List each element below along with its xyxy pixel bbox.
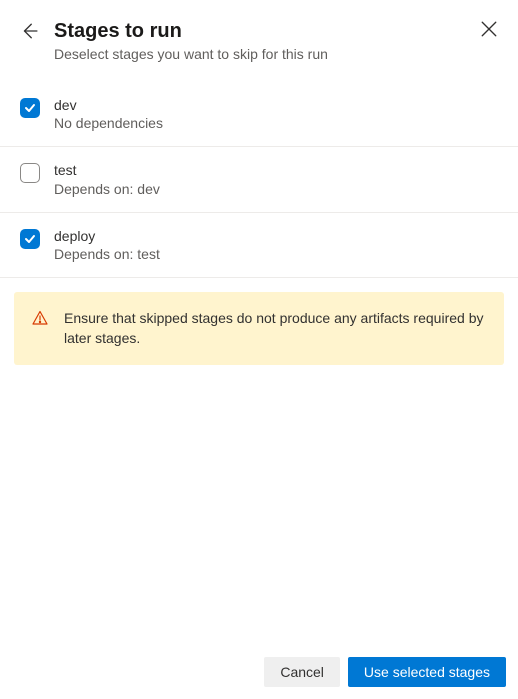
- stage-name: test: [54, 161, 160, 179]
- stage-row-test[interactable]: test Depends on: dev: [0, 147, 518, 212]
- warning-text: Ensure that skipped stages do not produc…: [64, 308, 486, 349]
- stage-dependency: Depends on: dev: [54, 180, 160, 198]
- cancel-button[interactable]: Cancel: [264, 657, 340, 687]
- dialog-title: Stages to run: [54, 18, 464, 44]
- checkmark-icon: [24, 102, 36, 114]
- header-text: Stages to run Deselect stages you want t…: [54, 18, 464, 62]
- warning-icon: [32, 310, 48, 331]
- stage-text: dev No dependencies: [54, 96, 163, 132]
- back-button[interactable]: [20, 22, 38, 45]
- stage-name: dev: [54, 96, 163, 114]
- close-button[interactable]: [480, 20, 498, 43]
- close-icon: [480, 20, 498, 38]
- stages-list: dev No dependencies test Depends on: dev…: [0, 82, 518, 278]
- dialog-footer: Cancel Use selected stages: [0, 647, 518, 699]
- stage-dependency: Depends on: test: [54, 245, 160, 263]
- stage-text: deploy Depends on: test: [54, 227, 160, 263]
- stage-row-dev[interactable]: dev No dependencies: [0, 82, 518, 147]
- stage-dependency: No dependencies: [54, 114, 163, 132]
- arrow-left-icon: [20, 22, 38, 40]
- dialog-subtitle: Deselect stages you want to skip for thi…: [54, 46, 464, 62]
- stage-name: deploy: [54, 227, 160, 245]
- stage-checkbox[interactable]: [20, 163, 40, 183]
- dialog-header: Stages to run Deselect stages you want t…: [0, 0, 518, 76]
- stage-row-deploy[interactable]: deploy Depends on: test: [0, 213, 518, 278]
- warning-banner: Ensure that skipped stages do not produc…: [14, 292, 504, 365]
- stage-checkbox[interactable]: [20, 98, 40, 118]
- stage-checkbox[interactable]: [20, 229, 40, 249]
- stage-text: test Depends on: dev: [54, 161, 160, 197]
- confirm-button[interactable]: Use selected stages: [348, 657, 506, 687]
- checkmark-icon: [24, 233, 36, 245]
